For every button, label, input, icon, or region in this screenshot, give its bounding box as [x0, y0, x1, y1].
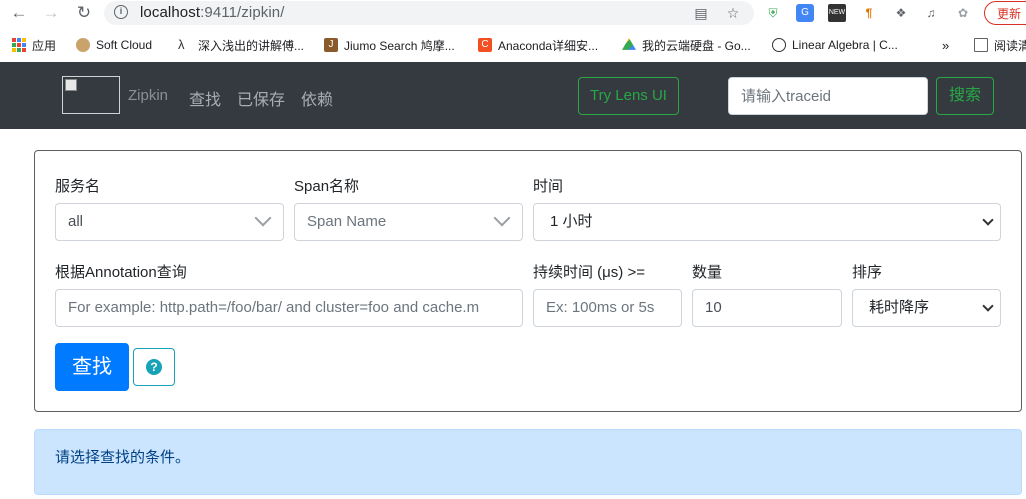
google-translate-extension-icon[interactable]: G — [796, 4, 814, 22]
bookmarks-more[interactable]: » — [942, 37, 949, 53]
address-url: localhost:9411/zipkin/ — [140, 4, 285, 21]
news-extension-icon[interactable]: NEW — [828, 4, 846, 22]
reload-icon[interactable]: ↻ — [73, 2, 95, 24]
limit-input[interactable]: 10 — [692, 289, 842, 327]
soft-cloud-icon — [76, 38, 90, 52]
zipkin-logo-image[interactable] — [62, 76, 120, 114]
annotation-query-placeholder: For example: http.path=/foo/bar/ and clu… — [68, 299, 480, 316]
zhihu-icon: λ — [178, 37, 185, 52]
star-icon[interactable]: ☆ — [724, 4, 742, 22]
address-bar[interactable]: i localhost:9411/zipkin/ ▤ ☆ — [104, 1, 754, 25]
app-navbar: Zipkin 查找 已保存 依赖 Try Lens UI 搜索 — [0, 62, 1026, 129]
info-alert: 请选择查找的条件。 — [34, 429, 1022, 495]
limit-label: 数量 — [692, 264, 723, 281]
annotation-query-label: 根据Annotation查询 — [55, 264, 187, 281]
time-label: 时间 — [533, 178, 564, 195]
service-name-value: all — [68, 213, 84, 230]
nav-link-dependencies[interactable]: 依赖 — [301, 86, 333, 110]
service-name-label: 服务名 — [55, 178, 101, 195]
bookmark-label: Soft Cloud — [96, 38, 153, 52]
bookmark-label: 应用 — [32, 38, 57, 53]
bookmark-apps[interactable]: 应用 — [12, 37, 56, 53]
browser-toolbar: ← → ↻ i localhost:9411/zipkin/ ▤ ☆ ⛨ G N… — [0, 0, 1026, 26]
bookmark-anaconda[interactable]: C Anaconda详细安... — [478, 37, 598, 53]
sort-label: 排序 — [852, 264, 883, 281]
shield-extension-icon[interactable]: ⛨ — [764, 4, 782, 22]
span-name-label: Span名称 — [294, 178, 360, 195]
chevron-down-icon — [493, 209, 511, 227]
bookmark-label: Jiumo Search 鸠摩... — [344, 38, 455, 53]
bookmark-label: 我的云端硬盘 - Go... — [642, 38, 751, 53]
reading-list-icon — [974, 38, 988, 52]
annotation-query-input[interactable]: For example: http.path=/foo/bar/ and clu… — [55, 289, 523, 327]
span-name-select[interactable]: Span Name — [294, 203, 523, 241]
update-button[interactable]: 更新 — [984, 1, 1026, 25]
time-value: 1 小时 — [550, 213, 593, 230]
limit-value: 10 — [705, 299, 722, 316]
nav-link-saved[interactable]: 已保存 — [237, 86, 285, 110]
reading-list[interactable]: 阅读清 — [974, 37, 1026, 53]
try-lens-ui-button[interactable]: Try Lens UI — [578, 77, 679, 115]
traceid-input[interactable] — [728, 77, 928, 115]
bookmark-label: Anaconda详细安... — [498, 38, 599, 53]
google-drive-icon — [622, 38, 636, 50]
duration-placeholder: Ex: 100ms or 5s — [546, 299, 655, 316]
bookmarks-bar: 应用 Soft Cloud λ 深入浅出的讲解傅... J Jiumo Sear… — [0, 30, 1026, 60]
find-button[interactable]: 查找 — [55, 343, 129, 391]
apps-grid-icon — [12, 38, 26, 52]
back-arrow-icon[interactable]: ← — [8, 2, 30, 24]
nav-link-find[interactable]: 查找 — [189, 86, 221, 110]
bookmark-linear-algebra[interactable]: Linear Algebra | C... — [772, 37, 898, 53]
time-select[interactable]: 1 小时 — [533, 203, 1001, 241]
bookmark-fourier[interactable]: λ 深入浅出的讲解傅... — [178, 37, 304, 53]
bookmark-label: 深入浅出的讲解傅... — [198, 38, 305, 53]
select-arrow-icon — [982, 300, 994, 312]
bookmark-google-drive[interactable]: 我的云端硬盘 - Go... — [622, 37, 751, 53]
csdn-icon: C — [478, 38, 492, 52]
sort-select[interactable]: 耗时降序 — [852, 289, 1001, 327]
duration-label: 持续时间 (μs) >= — [533, 264, 645, 281]
sort-value: 耗时降序 — [869, 299, 930, 316]
help-button[interactable]: ? — [133, 348, 175, 386]
jiumo-icon: J — [324, 38, 338, 52]
chevron-down-icon — [254, 209, 272, 227]
select-arrow-icon — [982, 214, 994, 226]
media-control-icon[interactable]: ♫ — [922, 4, 940, 22]
puzzle-extensions-icon[interactable]: ❖ — [892, 4, 910, 22]
question-mark-icon: ? — [146, 359, 162, 375]
brand-name[interactable]: Zipkin — [128, 87, 168, 104]
translate-icon[interactable]: ▤ — [692, 4, 710, 22]
pilcrow-extension-icon[interactable]: ¶ — [860, 4, 878, 22]
bookmark-soft-cloud[interactable]: Soft Cloud — [76, 37, 152, 53]
forward-arrow-icon[interactable]: → — [40, 2, 62, 24]
duration-input[interactable]: Ex: 100ms or 5s — [533, 289, 682, 327]
reading-list-label: 阅读清 — [994, 38, 1026, 53]
profile-avatar-icon[interactable]: ✿ — [954, 4, 972, 22]
service-name-select[interactable]: all — [55, 203, 284, 241]
search-button[interactable]: 搜索 — [936, 77, 994, 115]
span-name-placeholder: Span Name — [307, 213, 387, 230]
bookmark-label: Linear Algebra | C... — [792, 38, 898, 52]
broken-image-icon — [65, 79, 77, 91]
alert-message: 请选择查找的条件。 — [55, 449, 191, 466]
info-icon[interactable]: i — [114, 5, 128, 19]
globe-icon — [772, 38, 786, 52]
bookmark-jiumo[interactable]: J Jiumo Search 鸠摩... — [324, 37, 455, 53]
